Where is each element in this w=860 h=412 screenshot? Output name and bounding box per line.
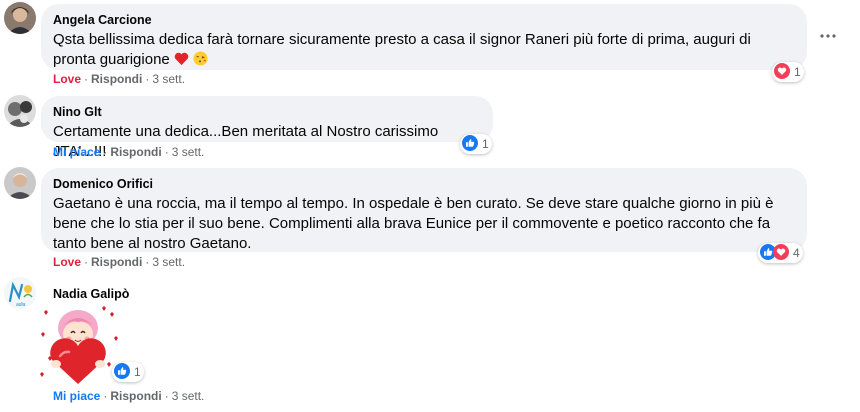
reaction-summary[interactable]: 1: [772, 62, 804, 82]
kiss-emoji-icon: [193, 51, 208, 72]
reply-button[interactable]: Rispondi: [91, 255, 142, 269]
more-options-icon[interactable]: [818, 26, 838, 46]
reply-button[interactable]: Rispondi: [91, 72, 142, 86]
reply-button[interactable]: Rispondi: [110, 389, 161, 403]
comment-timestamp[interactable]: 3 sett.: [172, 145, 205, 159]
avatar-angela[interactable]: [4, 2, 36, 34]
comment-actions: Love · Rispondi · 3 sett.: [53, 72, 186, 86]
comment-text: Gaetano è una roccia, ma il tempo al tem…: [53, 195, 774, 252]
like-button[interactable]: Love: [53, 255, 81, 269]
reaction-summary[interactable]: 1: [460, 134, 492, 154]
reply-button[interactable]: Rispondi: [110, 145, 161, 159]
avatar-domenico[interactable]: [4, 167, 36, 199]
like-button[interactable]: Mi piace: [53, 389, 100, 403]
love-reaction-icon: [774, 62, 790, 82]
reaction-summary[interactable]: 4: [758, 243, 803, 263]
avatar-nino[interactable]: [4, 95, 36, 127]
comment-bubble: Nino Glt Certamente una dedica...Ben mer…: [41, 96, 493, 160]
comment-timestamp[interactable]: 3 sett.: [152, 255, 185, 269]
avatar-nadia[interactable]: adia: [4, 277, 36, 309]
reaction-summary[interactable]: 1: [112, 362, 144, 382]
comment-bubble: Domenico Orifici Gaetano è una roccia, m…: [41, 168, 807, 252]
comment-timestamp[interactable]: 3 sett.: [172, 389, 205, 403]
like-button[interactable]: Mi piace: [53, 145, 100, 159]
comment-timestamp[interactable]: 3 sett.: [152, 72, 185, 86]
comment-actions: Mi piace · Rispondi · 3 sett.: [53, 145, 205, 159]
like-reaction-icon: [462, 134, 478, 154]
comment-text: Qsta bellissima dedica farà tornare sicu…: [53, 30, 795, 72]
comment-actions: Mi piace · Rispondi · 3 sett.: [53, 389, 205, 403]
comment-author[interactable]: Nino Glt: [53, 104, 481, 120]
comment-bubble: Angela Carcione Qsta bellissima dedica f…: [41, 4, 807, 70]
love-reaction-icon: [773, 243, 789, 263]
comment-author[interactable]: Domenico Orifici: [53, 176, 795, 192]
comment-author[interactable]: Angela Carcione: [53, 12, 795, 28]
heart-emoji-icon: [174, 52, 189, 72]
like-button[interactable]: Love: [53, 72, 81, 86]
like-reaction-icon: [114, 362, 130, 382]
svg-text:adia: adia: [16, 302, 26, 308]
comment-author[interactable]: Nadia Galipò: [53, 286, 129, 302]
sticker[interactable]: [36, 304, 120, 388]
comment-actions: Love · Rispondi · 3 sett.: [53, 255, 186, 269]
